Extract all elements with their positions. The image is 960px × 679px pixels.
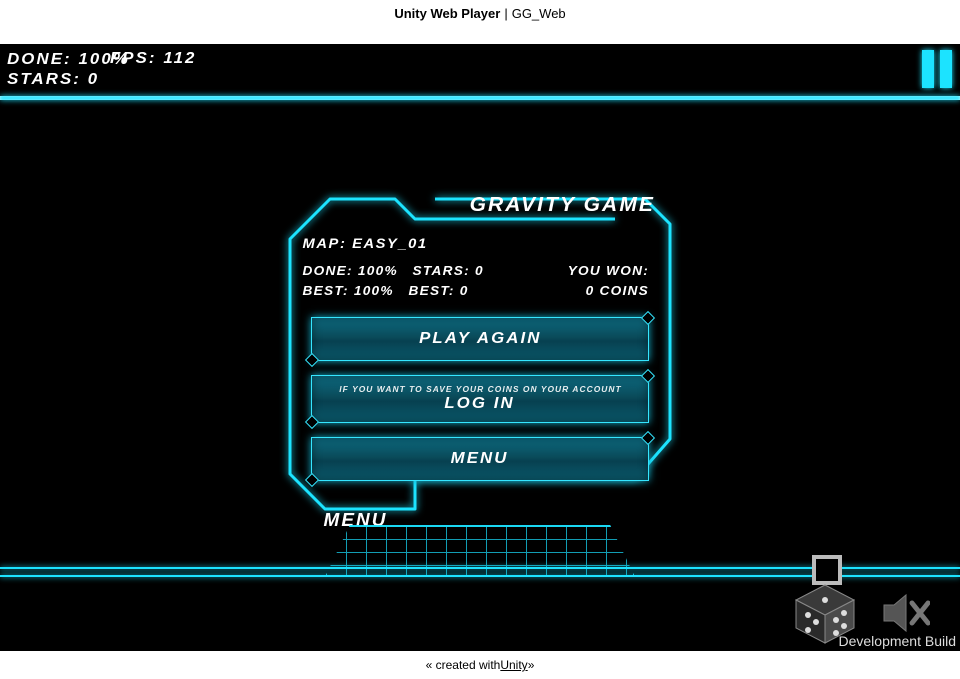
pause-bar-icon [940, 50, 952, 88]
pause-bar-icon [922, 50, 934, 88]
panel-map: Map: Easy_01 [303, 235, 658, 251]
play-again-button[interactable]: PLAY AGAIN [311, 317, 649, 361]
hud-fps-value: 112 [163, 50, 196, 67]
speaker-muted-icon [882, 593, 930, 633]
login-button[interactable]: If you want to save your coins on your a… [311, 375, 649, 423]
game-viewport: Done: 100% Stars: 0 FPS: 112 GRAVITY GAM… [0, 44, 960, 651]
mute-button[interactable] [882, 593, 930, 633]
unity-logo-icon [790, 555, 860, 645]
hud-done-label: Done: [7, 51, 72, 68]
stat-best: Best: 100% [303, 281, 394, 301]
menu-button[interactable]: MENU [311, 437, 649, 481]
page-footer: « created with Unity » [0, 651, 960, 679]
results-panel: GRAVITY GAME Map: Easy_01 Done: 100% Sta… [285, 189, 675, 499]
panel-title: GRAVITY GAME [470, 194, 655, 217]
page-title-app: GG_Web [512, 6, 566, 21]
hud-stars-label: Stars: [7, 71, 81, 88]
footer-pre: « created with [426, 658, 501, 672]
login-hint: If you want to save your coins on your a… [339, 385, 621, 394]
login-label: LOG IN [445, 395, 515, 413]
stat-coins: 0 Coins [586, 281, 658, 301]
hud-fps-label: FPS: [110, 50, 157, 67]
panel-stats-row-1: Done: 100% Stars: 0 You Won: [303, 261, 658, 281]
page-title-sep: | [500, 6, 511, 21]
hud-stars-value: 0 [88, 71, 99, 88]
terrain-grid [325, 525, 635, 577]
hud-fps: FPS: 112 [110, 50, 197, 68]
stat-done: Done: 100% [303, 261, 398, 281]
divider-top [0, 96, 960, 100]
footer-post: » [528, 658, 535, 672]
stat-stars: Stars: 0 [413, 261, 484, 281]
menu-label: MENU [451, 450, 509, 468]
development-build-label: Development Build [838, 633, 956, 649]
footer-link[interactable]: Unity [500, 658, 527, 672]
play-again-label: PLAY AGAIN [419, 330, 541, 348]
stat-won: You Won: [568, 261, 658, 281]
page-title-prefix: Unity Web Player [394, 6, 500, 21]
panel-stats-row-2: Best: 100% Best: 0 0 Coins [303, 281, 658, 301]
page-title-bar: Unity Web Player | GG_Web [0, 0, 960, 44]
pause-button[interactable] [922, 50, 952, 88]
stat-best-stars: Best: 0 [409, 281, 469, 301]
